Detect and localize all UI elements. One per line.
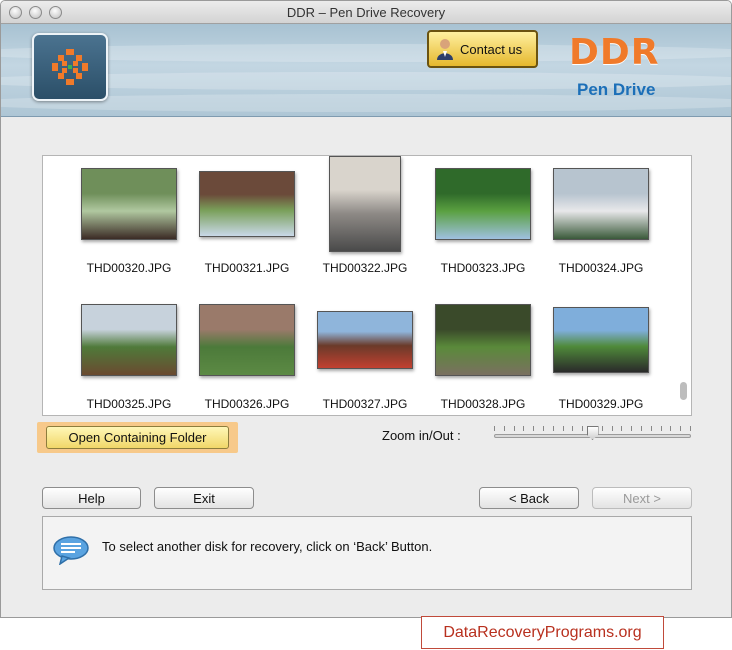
contact-us-button[interactable]: Contact us: [427, 30, 538, 68]
photo-preview[interactable]: [81, 304, 177, 376]
person-icon: [436, 38, 454, 60]
file-name: THD00326.JPG: [204, 397, 290, 411]
status-message: To select another disk for recovery, cli…: [102, 539, 433, 554]
open-folder-highlight: Open Containing Folder: [37, 422, 238, 453]
next-button: Next >: [592, 487, 692, 509]
header-banner: Contact us DDR Pen Drive: [1, 24, 731, 117]
file-name: THD00327.JPG: [322, 397, 408, 411]
brand-subtitle: Pen Drive: [577, 80, 656, 99]
status-panel: To select another disk for recovery, cli…: [42, 516, 692, 590]
file-thumbnail[interactable]: THD00325.JPG: [74, 156, 184, 411]
website-link[interactable]: DataRecoveryPrograms.org: [421, 616, 664, 649]
app-window: DDR – Pen Drive Recovery Contact us DDR: [0, 0, 732, 618]
recovered-files-gallery[interactable]: THD00320.JPG THD00321.JPG THD00322.JPG THD0…: [42, 155, 692, 416]
file-thumbnail[interactable]: THD00327.JPG: [310, 156, 420, 411]
file-thumbnail[interactable]: THD00326.JPG: [192, 156, 302, 411]
photo-preview[interactable]: [435, 304, 531, 376]
gallery-scrollbar-thumb[interactable]: [680, 382, 687, 400]
gallery-scrollbar[interactable]: [678, 156, 689, 415]
open-containing-folder-button[interactable]: Open Containing Folder: [46, 426, 229, 449]
file-thumbnail[interactable]: THD00329.JPG: [546, 156, 656, 411]
contact-us-label: Contact us: [460, 41, 523, 57]
zoom-label: Zoom in/Out :: [382, 428, 461, 443]
brand-title: DDR: [569, 32, 660, 73]
speech-bubble-icon: [53, 536, 89, 565]
photo-preview[interactable]: [553, 307, 649, 373]
title-bar: DDR – Pen Drive Recovery: [1, 1, 731, 24]
file-name: THD00329.JPG: [558, 397, 644, 411]
exit-button[interactable]: Exit: [154, 487, 254, 509]
window-title: DDR – Pen Drive Recovery: [286, 5, 446, 20]
photo-preview[interactable]: [317, 311, 413, 369]
file-name: THD00325.JPG: [86, 397, 172, 411]
back-button[interactable]: < Back: [479, 487, 579, 509]
photo-preview[interactable]: [199, 304, 295, 376]
recovery-logo-icon: [52, 49, 88, 85]
file-thumbnail[interactable]: THD00328.JPG: [428, 156, 538, 411]
help-button[interactable]: Help: [42, 487, 141, 509]
file-name: THD00328.JPG: [440, 397, 526, 411]
app-logo: [32, 33, 108, 101]
